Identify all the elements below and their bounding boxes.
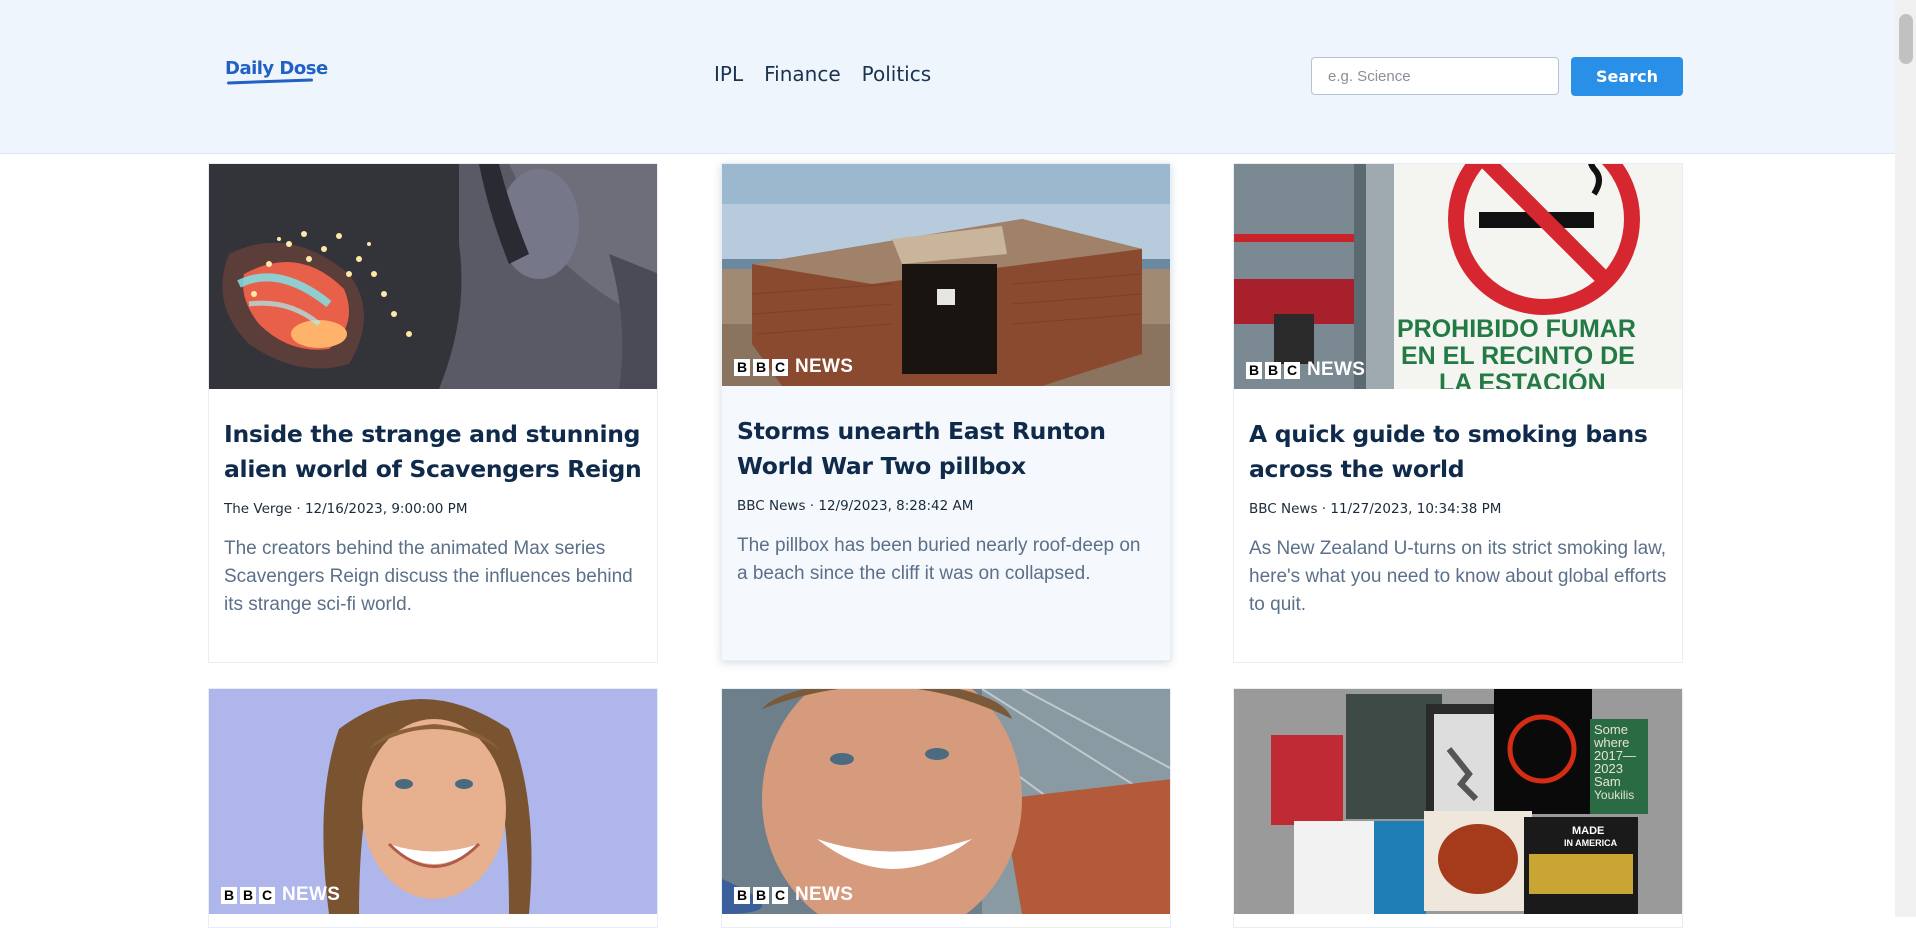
svg-text:Youkilis: Youkilis: [1594, 788, 1634, 802]
sign-text-line-2: EN EL RECINTO DE: [1401, 342, 1635, 370]
page-scrollbar[interactable]: [1895, 0, 1916, 917]
nav-link-ipl[interactable]: IPL: [714, 62, 743, 86]
sign-text-line-1: PROHIBIDO FUMAR: [1397, 315, 1636, 343]
article-image[interactable]: PROHIBIDO FUMAR EN EL RECINTO DE LA ESTA…: [1234, 164, 1682, 389]
article-meta: The Verge · 12/16/2023, 9:00:00 PM: [224, 501, 468, 517]
article-image[interactable]: Some where 2017— 2023 Sam Youkilis MADE …: [1234, 689, 1682, 914]
article-card[interactable]: B B C NEWS: [721, 688, 1171, 928]
article-image[interactable]: [209, 164, 657, 389]
site-header: Daily Dose IPL Finance Politics Search: [0, 0, 1895, 154]
article-meta: BBC News · 12/9/2023, 8:28:42 AM: [737, 498, 974, 514]
scrollbar-thumb[interactable]: [1899, 14, 1913, 64]
article-title[interactable]: Storms unearth East Runton World War Two…: [737, 414, 1155, 484]
article-card[interactable]: PROHIBIDO FUMAR EN EL RECINTO DE LA ESTA…: [1233, 163, 1683, 663]
svg-text:MADE: MADE: [1572, 825, 1604, 837]
article-title[interactable]: A quick guide to smoking bans across the…: [1249, 417, 1667, 487]
bbc-news-logo: B B C NEWS: [221, 884, 340, 906]
article-title[interactable]: Inside the strange and stunning alien wo…: [224, 417, 642, 487]
article-card[interactable]: Some where 2017— 2023 Sam Youkilis MADE …: [1233, 688, 1683, 928]
bbc-news-logo: B B C NEWS: [734, 884, 853, 906]
nav-link-finance[interactable]: Finance: [764, 62, 841, 86]
article-description: The pillbox has been buried nearly roof-…: [737, 535, 1141, 584]
main-nav: IPL Finance Politics: [714, 62, 952, 86]
article-meta: BBC News · 11/27/2023, 10:34:38 PM: [1249, 501, 1502, 517]
article-image[interactable]: B B C NEWS: [209, 689, 657, 914]
article-image[interactable]: B B C NEWS: [722, 689, 1170, 914]
site-logo[interactable]: Daily Dose: [225, 58, 328, 79]
svg-text:IN AMERICA: IN AMERICA: [1564, 838, 1618, 848]
article-card[interactable]: Inside the strange and stunning alien wo…: [208, 163, 658, 663]
pillbox-photo: [722, 164, 1170, 386]
svg-text:Sam: Sam: [1594, 774, 1621, 789]
bbc-news-logo: B B C NEWS: [1246, 359, 1365, 381]
sign-text-line-3: LA ESTACIÓN: [1439, 367, 1606, 389]
search-input[interactable]: [1311, 57, 1559, 95]
scavengers-reign-illustration: [209, 164, 657, 389]
bbc-news-logo: B B C NEWS: [734, 356, 853, 378]
sailor-selfie-photo: [722, 689, 1170, 914]
article-description: As New Zealand U-turns on its strict smo…: [1249, 538, 1667, 615]
article-card[interactable]: B B C NEWS Storms unearth East Runton Wo…: [721, 163, 1171, 661]
nav-link-politics[interactable]: Politics: [862, 62, 932, 86]
smiling-man-portrait: [209, 689, 657, 914]
article-card[interactable]: B B C NEWS: [208, 688, 658, 928]
no-smoking-sign-photo: PROHIBIDO FUMAR EN EL RECINTO DE LA ESTA…: [1234, 164, 1682, 389]
search-button[interactable]: Search: [1571, 57, 1683, 96]
logo-swoosh: [226, 78, 314, 85]
photobook-covers-collage: Some where 2017— 2023 Sam Youkilis MADE …: [1234, 689, 1682, 914]
article-description: The creators behind the animated Max ser…: [224, 538, 633, 615]
article-image[interactable]: B B C NEWS: [722, 164, 1170, 386]
